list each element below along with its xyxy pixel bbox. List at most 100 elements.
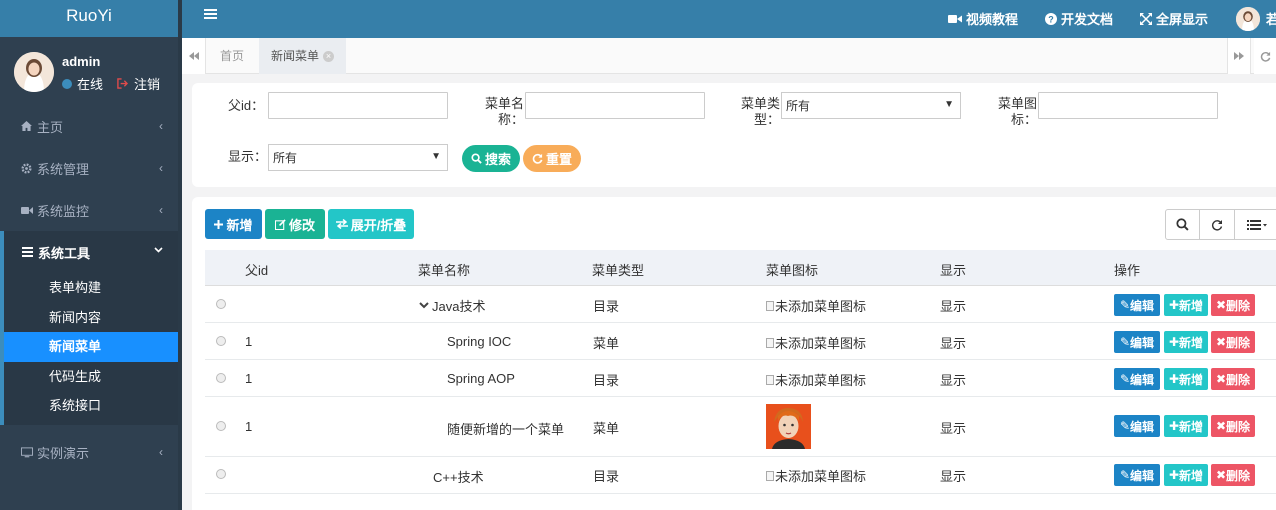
sidebar-item-label: 系统管理 bbox=[37, 161, 90, 177]
table-search-toggle[interactable] bbox=[1165, 209, 1200, 240]
row-radio[interactable] bbox=[216, 421, 226, 431]
exchange-icon bbox=[335, 219, 351, 229]
menu-name-input[interactable] bbox=[525, 92, 705, 119]
row-add-button[interactable]: ✚ 新增 bbox=[1164, 415, 1208, 437]
edit-button[interactable]: 修改 bbox=[265, 209, 325, 239]
edit-icon: ✎ bbox=[1119, 298, 1131, 312]
columns-toggle-button[interactable] bbox=[1234, 209, 1276, 240]
dev-docs-link[interactable]: ? 开发文档 bbox=[1045, 9, 1113, 28]
sidebar-item-system-monitor[interactable]: 系统监控 ‹ bbox=[0, 189, 178, 231]
edit-icon bbox=[274, 218, 289, 230]
tabs-scroll-left-icon[interactable] bbox=[182, 38, 206, 74]
row-edit-button[interactable]: ✎ 编辑 bbox=[1114, 294, 1160, 316]
submenu-item-code-gen[interactable]: 代码生成 bbox=[4, 362, 178, 392]
row-radio[interactable] bbox=[216, 469, 226, 479]
table-row[interactable]: C++技术 目录 未添加菜单图标 显示 ✎ 编辑 ✚ 新增 ✖ 删除 bbox=[205, 457, 1276, 494]
row-radio[interactable] bbox=[216, 373, 226, 383]
expand-collapse-button[interactable]: 展开/折叠 bbox=[328, 209, 414, 239]
app-logo[interactable]: RuoYi bbox=[0, 0, 178, 38]
broken-image-alt: 未添加菜单图标 bbox=[775, 336, 867, 351]
menu-icon-label-line1: 菜单图 bbox=[997, 96, 1037, 111]
broken-image-icon bbox=[766, 337, 774, 348]
cell-menu-type: 目录 bbox=[593, 373, 620, 388]
column-header-menu-icon[interactable]: 菜单图标 bbox=[766, 260, 818, 279]
cell-parent-id: 1 bbox=[245, 371, 253, 386]
logout-link[interactable]: 注销 bbox=[134, 74, 160, 93]
row-edit-label: 编辑 bbox=[1130, 372, 1155, 387]
fullscreen-link[interactable]: 全屏显示 bbox=[1140, 9, 1208, 28]
row-radio[interactable] bbox=[216, 299, 226, 309]
add-button[interactable]: 新增 bbox=[205, 209, 262, 239]
row-delete-button[interactable]: ✖ 删除 bbox=[1211, 294, 1255, 316]
logout-icon[interactable] bbox=[117, 78, 129, 89]
row-radio[interactable] bbox=[216, 336, 226, 346]
row-edit-button[interactable]: ✎ 编辑 bbox=[1114, 331, 1160, 353]
column-header-menu-type[interactable]: 菜单类型 bbox=[592, 260, 644, 279]
plus-icon: ✚ bbox=[1168, 372, 1180, 386]
row-edit-button[interactable]: ✎ 编辑 bbox=[1114, 464, 1160, 486]
search-icon bbox=[1176, 218, 1189, 231]
plus-icon bbox=[214, 219, 226, 229]
row-delete-button[interactable]: ✖ 删除 bbox=[1211, 415, 1255, 437]
menu-icon-input[interactable] bbox=[1038, 92, 1218, 119]
display-select[interactable]: 所有 ▼ bbox=[268, 144, 448, 171]
sidebar: RuoYi admin 在线 注销 主页 ‹ 系统管理 ‹ 系统监控 ‹ 系统工… bbox=[0, 0, 178, 510]
sidebar-item-demo[interactable]: 实例演示 ‹ bbox=[0, 431, 178, 473]
search-icon bbox=[471, 153, 482, 164]
tab-news-menu[interactable]: 新闻菜单 × bbox=[259, 38, 347, 74]
refresh-tab-icon[interactable] bbox=[1254, 38, 1276, 74]
sidebar-item-system-management[interactable]: 系统管理 ‹ bbox=[0, 147, 178, 189]
row-edit-button[interactable]: ✎ 编辑 bbox=[1114, 415, 1160, 437]
top-user-name[interactable]: 若 bbox=[1266, 9, 1276, 28]
search-panel: 父id： 菜单名 称： 菜单类 型： 所有 ▼ 菜单图 标： 显示： 所有 ▼ … bbox=[192, 83, 1276, 187]
svg-text:?: ? bbox=[1048, 14, 1054, 24]
submenu-item-news-menu[interactable]: 新闻菜单 bbox=[4, 332, 178, 362]
tab-home[interactable]: 首页 bbox=[208, 38, 256, 74]
top-user-avatar[interactable] bbox=[1236, 7, 1260, 31]
row-add-button[interactable]: ✚ 新增 bbox=[1164, 331, 1208, 353]
submenu-item-system-api[interactable]: 系统接口 bbox=[4, 391, 178, 421]
table-row[interactable]: Java技术 目录 未添加菜单图标 显示 ✎ 编辑 ✚ 新增 ✖ 删除 bbox=[205, 286, 1276, 323]
cell-menu-type: 菜单 bbox=[593, 336, 620, 351]
menu-type-select[interactable]: 所有 ▼ bbox=[781, 92, 961, 119]
table-row[interactable]: 1 随便新增的一个菜单 菜单 显示 ✎ 编辑 ✚ 新增 ✖ 删除 bbox=[205, 397, 1276, 457]
cell-menu-type: 目录 bbox=[593, 469, 620, 484]
row-add-button[interactable]: ✚ 新增 bbox=[1164, 294, 1208, 316]
reset-button[interactable]: 重置 bbox=[523, 145, 581, 172]
chevron-down-icon bbox=[154, 243, 163, 253]
cell-menu-icon: 未添加菜单图标 bbox=[766, 333, 866, 352]
list-icon bbox=[1247, 219, 1267, 230]
search-button[interactable]: 搜索 bbox=[462, 145, 520, 172]
sidebar-item-home[interactable]: 主页 ‹ bbox=[0, 105, 178, 147]
row-delete-button[interactable]: ✖ 删除 bbox=[1211, 331, 1255, 353]
table-row[interactable]: 1 Spring AOP 目录 未添加菜单图标 显示 ✎ 编辑 ✚ 新增 ✖ 删除 bbox=[205, 360, 1276, 397]
row-edit-button[interactable]: ✎ 编辑 bbox=[1114, 368, 1160, 390]
user-status: 在线 注销 bbox=[62, 74, 160, 93]
column-header-menu-name[interactable]: 菜单名称 bbox=[418, 260, 470, 279]
column-header-display[interactable]: 显示 bbox=[940, 260, 966, 279]
chevron-down-icon[interactable] bbox=[419, 302, 429, 309]
parent-id-input[interactable] bbox=[268, 92, 448, 119]
column-header-parent-id[interactable]: 父id bbox=[245, 260, 268, 279]
sidebar-item-system-tools[interactable]: 系统工具 bbox=[0, 231, 178, 273]
user-avatar[interactable] bbox=[14, 52, 54, 92]
cell-menu-name: Java技术 bbox=[419, 296, 485, 315]
close-icon[interactable]: × bbox=[323, 51, 335, 63]
row-delete-button[interactable]: ✖ 删除 bbox=[1211, 368, 1255, 390]
video-tutorial-link[interactable]: 视频教程 bbox=[948, 9, 1018, 28]
submenu-item-form-builder[interactable]: 表单构建 bbox=[4, 273, 178, 303]
table-row[interactable]: 1 Spring IOC 菜单 未添加菜单图标 显示 ✎ 编辑 ✚ 新增 ✖ 删除 bbox=[205, 323, 1276, 360]
table-refresh-button[interactable] bbox=[1199, 209, 1235, 240]
submenu-item-news-content[interactable]: 新闻内容 bbox=[4, 303, 178, 333]
row-add-button[interactable]: ✚ 新增 bbox=[1164, 368, 1208, 390]
row-add-label: 新增 bbox=[1179, 335, 1204, 350]
menu-toggle-icon[interactable] bbox=[204, 8, 217, 20]
page-tabs-bar: 首页 新闻菜单 × bbox=[182, 38, 1276, 74]
row-add-button[interactable]: ✚ 新增 bbox=[1164, 464, 1208, 486]
edit-icon: ✎ bbox=[1119, 335, 1131, 349]
row-delete-button[interactable]: ✖ 删除 bbox=[1211, 464, 1255, 486]
close-icon: ✖ bbox=[1215, 468, 1227, 482]
tabs-scroll-right-icon[interactable] bbox=[1227, 38, 1251, 74]
tab-news-menu-label: 新闻菜单 bbox=[271, 49, 320, 63]
cell-menu-name: 随便新增的一个菜单 bbox=[447, 422, 565, 437]
